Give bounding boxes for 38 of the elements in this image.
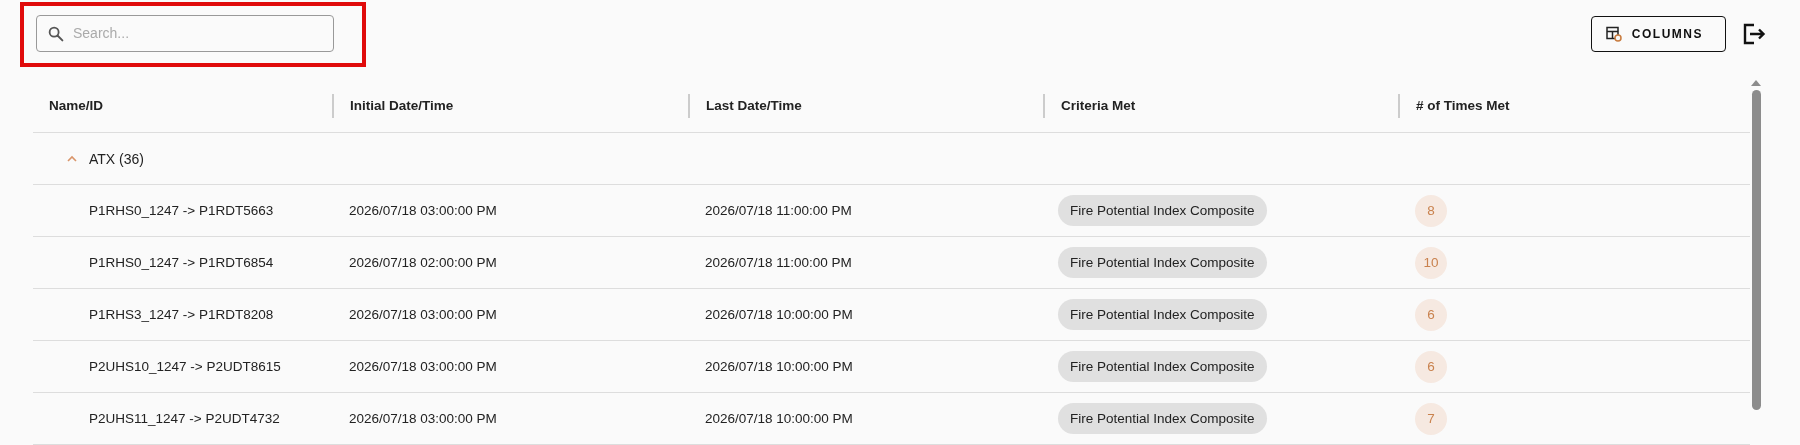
count-badge: 6 bbox=[1415, 350, 1447, 383]
scrollbar-thumb[interactable] bbox=[1751, 90, 1761, 410]
criteria-chip: Fire Potential Index Composite bbox=[1058, 247, 1267, 278]
table-cell-text: 2026/07/18 10:00:00 PM bbox=[704, 359, 854, 374]
column-header[interactable]: Name/ID bbox=[33, 94, 332, 118]
table-cell-text: 2026/07/18 11:00:00 PM bbox=[704, 203, 853, 218]
count-badge: 8 bbox=[1415, 194, 1447, 227]
count-badge: 10 bbox=[1415, 246, 1447, 279]
table-cell-text: 2026/07/18 03:00:00 PM bbox=[348, 411, 498, 426]
group-label: ATX (36) bbox=[89, 150, 144, 167]
scroll-up-icon[interactable] bbox=[1751, 80, 1761, 86]
columns-button[interactable]: COLUMNS bbox=[1590, 16, 1726, 52]
search-field[interactable]: Search... bbox=[36, 14, 334, 52]
criteria-chip: Fire Potential Index Composite bbox=[1058, 403, 1267, 434]
column-header[interactable]: Last Date/Time bbox=[688, 94, 1043, 118]
column-header[interactable]: Initial Date/Time bbox=[332, 94, 688, 118]
column-header[interactable]: Criteria Met bbox=[1043, 94, 1398, 118]
table-cell-text: P2UHS11_1247 -> P2UDT4732 bbox=[88, 411, 281, 426]
table-cell-text: 2026/07/18 03:00:00 PM bbox=[348, 307, 498, 322]
table-cell-text: 2026/07/18 02:00:00 PM bbox=[348, 255, 498, 270]
table-cell-text: 2026/07/18 11:00:00 PM bbox=[704, 255, 853, 270]
table-cell-text: 2026/07/18 03:00:00 PM bbox=[348, 359, 498, 374]
table-cell-text: P2UHS10_1247 -> P2UDT8615 bbox=[88, 359, 282, 374]
table-settings-icon bbox=[1605, 26, 1622, 42]
criteria-chip: Fire Potential Index Composite bbox=[1058, 299, 1267, 330]
table-cell-text: P1RHS3_1247 -> P1RDT8208 bbox=[88, 307, 275, 322]
criteria-chip: Fire Potential Index Composite bbox=[1058, 195, 1267, 226]
logout-icon[interactable] bbox=[1742, 23, 1766, 45]
column-header[interactable]: # of Times Met bbox=[1398, 94, 1750, 118]
table-cell-text: P1RHS0_1247 -> P1RDT6854 bbox=[88, 255, 275, 270]
count-badge: 6 bbox=[1415, 298, 1447, 331]
table-cell-text: 2026/07/18 03:00:00 PM bbox=[348, 203, 498, 218]
count-badge: 7 bbox=[1415, 402, 1447, 435]
caret-up-icon[interactable] bbox=[67, 155, 77, 162]
table-cell-text: 2026/07/18 10:00:00 PM bbox=[704, 307, 854, 322]
criteria-chip: Fire Potential Index Composite bbox=[1058, 351, 1267, 382]
table-cell-text: 2026/07/18 10:00:00 PM bbox=[704, 411, 854, 426]
table-cell-text: P1RHS0_1247 -> P1RDT5663 bbox=[88, 203, 275, 218]
